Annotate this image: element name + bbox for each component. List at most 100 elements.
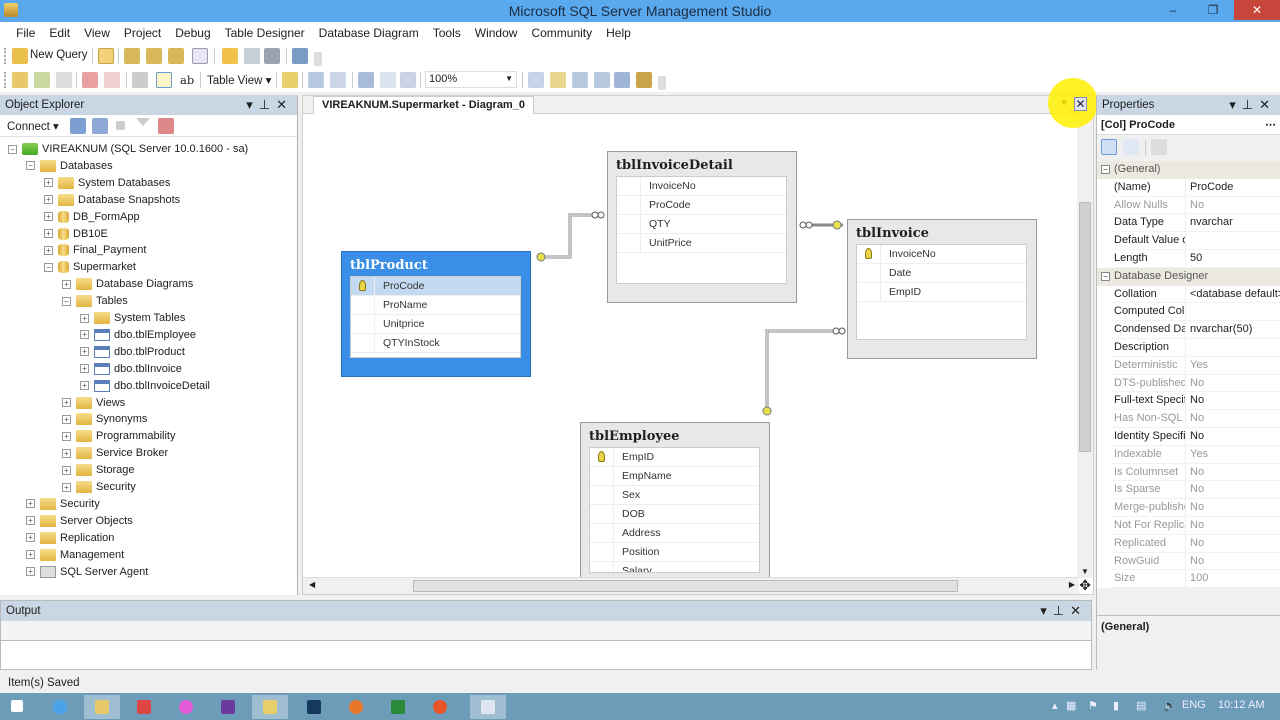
column-row[interactable]: Unitprice [351, 315, 520, 334]
show-hidden-icons[interactable]: ▴ [1052, 699, 1058, 712]
relationship-product-invoicedetail[interactable] [545, 213, 600, 259]
filter-icon[interactable] [136, 118, 150, 126]
tree-node[interactable]: + dbo.tblProduct [80, 344, 185, 361]
expand-icon[interactable]: + [80, 330, 89, 340]
property-row[interactable]: +Computed Column Specification [1110, 303, 1280, 322]
refresh-icon[interactable] [158, 118, 174, 134]
output-text-area[interactable] [1, 641, 1091, 669]
dropdown-icon[interactable]: ▾ [246, 97, 259, 112]
show-relationship-labels-icon[interactable] [282, 72, 298, 88]
column-row[interactable]: UnitPrice [617, 234, 786, 253]
horizontal-scroll-thumb[interactable] [413, 580, 958, 592]
column-row[interactable]: EmpID [857, 283, 1026, 302]
property-row[interactable]: Indexable Yes [1110, 445, 1280, 464]
property-row[interactable]: DTS-published No [1110, 374, 1280, 393]
toolbar-overflow-icon[interactable] [314, 52, 322, 66]
property-row[interactable]: Allow Nulls No [1110, 196, 1280, 215]
taskbar-app-4[interactable] [168, 695, 204, 719]
row-selector[interactable] [617, 234, 641, 252]
row-selector[interactable] [351, 296, 375, 314]
property-value[interactable]: nvarchar [1190, 214, 1233, 231]
taskbar-app-7[interactable] [296, 695, 332, 719]
column-row[interactable]: Salary [590, 562, 759, 572]
tree-node[interactable]: + dbo.tblInvoice [80, 361, 182, 378]
tree-node[interactable]: + System Tables [80, 310, 185, 327]
add-table-icon[interactable] [34, 72, 50, 88]
column-row[interactable]: ProCode [617, 196, 786, 215]
expand-icon[interactable]: + [62, 414, 71, 424]
print-icon[interactable] [264, 48, 280, 64]
column-row[interactable]: Position [590, 543, 759, 562]
table-title[interactable]: tblEmployee [589, 423, 760, 447]
manage-fulltext-icon[interactable] [572, 72, 588, 88]
tree-node[interactable]: + DB10E [44, 226, 108, 243]
autosize-tables-icon[interactable] [400, 72, 416, 88]
property-row[interactable]: Deterministic Yes [1110, 356, 1280, 375]
table-view-dropdown[interactable]: Table View ▾ [207, 73, 271, 87]
tree-node[interactable]: + Security [62, 479, 136, 496]
property-row[interactable]: +Identity SpecificationNo [1110, 427, 1280, 446]
menu-table-designer[interactable]: Table Designer [218, 22, 312, 44]
column-row[interactable]: ProName [351, 296, 520, 315]
taskbar-ssms[interactable] [252, 695, 288, 719]
row-selector[interactable] [617, 177, 641, 195]
vertical-scroll-thumb[interactable] [1079, 202, 1091, 452]
taskbar-app-3[interactable] [126, 695, 162, 719]
tree-node[interactable]: + dbo.tblEmployee [80, 327, 196, 344]
property-row[interactable]: Description [1110, 338, 1280, 357]
expand-icon[interactable]: + [80, 364, 89, 374]
tree-node[interactable]: + dbo.tblInvoiceDetail [80, 378, 210, 395]
tree-node[interactable]: − VIREAKNUM (SQL Server 10.0.1600 - sa) [8, 141, 248, 158]
expand-icon[interactable]: + [80, 313, 89, 323]
collapse-icon[interactable]: − [62, 296, 71, 306]
close-icon[interactable]: ✕ [1259, 97, 1276, 112]
column-row[interactable]: Date [857, 264, 1026, 283]
disconnect-icon[interactable] [92, 118, 108, 134]
row-selector[interactable] [857, 283, 881, 301]
pin-icon[interactable]: ⊥ [259, 97, 276, 112]
close-window-button[interactable]: ✕ [1234, 0, 1280, 20]
property-row[interactable]: Collation <database default> [1110, 285, 1280, 304]
property-category[interactable]: − (General) [1097, 161, 1280, 179]
properties-object-selector[interactable]: [Col] ProCode ⋯ [1097, 115, 1280, 135]
property-row[interactable]: Condensed Data Typenvarchar(50) [1110, 321, 1280, 339]
column-row[interactable]: QTYInStock [351, 334, 520, 353]
column-row[interactable]: EmpID [590, 448, 759, 467]
minimize-button[interactable]: – [1158, 0, 1188, 20]
tree-node[interactable]: + Synonyms [62, 411, 147, 428]
column-row[interactable]: QTY [617, 215, 786, 234]
expand-icon[interactable]: + [44, 229, 53, 239]
table-title[interactable]: tblProduct [350, 252, 521, 276]
manage-relationships-icon[interactable] [528, 72, 544, 88]
property-value[interactable]: No [1190, 410, 1204, 427]
property-row[interactable]: +Full-text SpecificationNo [1110, 392, 1280, 411]
property-row[interactable]: Is Columnset No [1110, 463, 1280, 482]
property-row[interactable]: Replicated No [1110, 534, 1280, 553]
expand-icon[interactable]: + [26, 516, 35, 526]
expand-icon[interactable]: + [44, 195, 53, 205]
collapse-icon[interactable]: − [8, 144, 17, 154]
property-value[interactable]: 100 [1190, 570, 1208, 587]
expand-icon[interactable]: + [26, 499, 35, 509]
taskbar-firefox[interactable] [338, 695, 374, 719]
arrange-selection-icon[interactable] [358, 72, 374, 88]
manage-indexes-icon[interactable] [550, 72, 566, 88]
tree-node[interactable]: + Security [26, 496, 100, 513]
table-title[interactable]: tblInvoiceDetail [616, 152, 787, 176]
recalculate-page-breaks-icon[interactable] [330, 72, 346, 88]
add-related-tables-icon[interactable] [56, 72, 72, 88]
volume-icon[interactable]: 🔈 [1163, 699, 1177, 712]
diagram-canvas[interactable]: tblProduct ProCode ProName Unitprice QTYInSt… [303, 114, 1079, 578]
categorized-icon[interactable] [1101, 139, 1117, 155]
row-selector[interactable] [617, 196, 641, 214]
property-row[interactable]: Is Sparse No [1110, 481, 1280, 500]
property-row[interactable]: Default Value or Binding [1110, 232, 1280, 250]
close-icon[interactable]: ✕ [276, 97, 293, 112]
scroll-right-arrow-icon[interactable]: ▶ [1069, 580, 1075, 589]
property-value[interactable]: No [1190, 375, 1204, 392]
scroll-left-arrow-icon[interactable]: ◀ [309, 580, 315, 589]
horizontal-scrollbar[interactable]: ◀ ▶ [303, 577, 1079, 594]
column-row[interactable]: Sex [590, 486, 759, 505]
tree-node[interactable]: + System Databases [44, 175, 170, 192]
column-row[interactable]: DOB [590, 505, 759, 524]
